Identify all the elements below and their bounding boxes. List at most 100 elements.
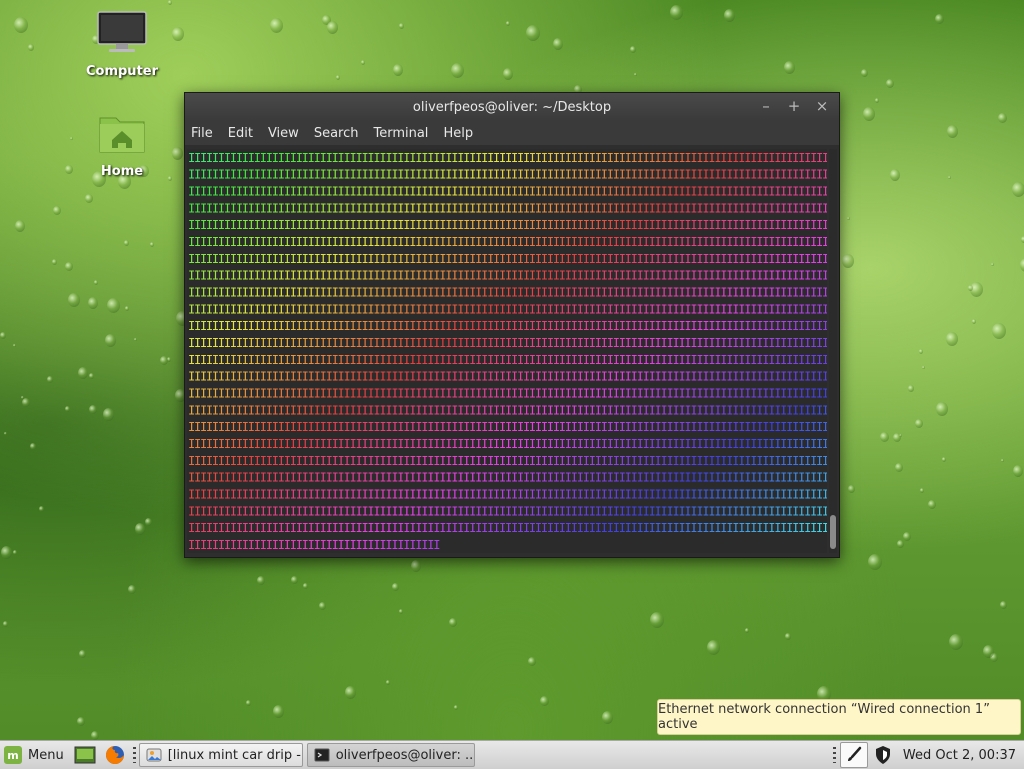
scrollbar-thumb[interactable] (830, 515, 836, 549)
water-drop (107, 298, 120, 313)
terminal-char: I (822, 488, 827, 502)
water-drop (246, 700, 251, 706)
menu-edit[interactable]: Edit (228, 126, 253, 141)
terminal-char: I (822, 471, 827, 485)
water-drop (947, 125, 958, 138)
taskbar-item-terminal[interactable]: oliverfpeos@oliver: ... (306, 743, 475, 767)
taskbar-item-label: [linux mint car drip -... (167, 747, 303, 763)
water-drop (65, 406, 70, 412)
terminal-char: I (822, 151, 827, 165)
terminal-char: I (822, 302, 827, 316)
water-drop (670, 5, 683, 20)
taskbar-item-browser[interactable]: [linux mint car drip -... (138, 743, 303, 767)
water-drop (908, 385, 914, 392)
water-drop (386, 680, 390, 685)
terminal-output[interactable]: IIIIIIIIIIIIIIIIIIIIIIIIIIIIIIIIIIIIIIII… (187, 149, 827, 553)
water-drop (540, 696, 549, 706)
menu-terminal[interactable]: Terminal (373, 126, 428, 141)
terminal-char: I (822, 235, 827, 249)
menu-view[interactable]: View (268, 126, 299, 141)
water-drop (303, 583, 308, 589)
terminal-char: I (822, 319, 827, 333)
water-drop (449, 618, 457, 627)
water-drop (150, 242, 154, 247)
water-drop (915, 419, 923, 428)
water-drop (861, 69, 868, 77)
water-drop (172, 27, 184, 41)
water-drop (105, 334, 116, 347)
water-drop (47, 376, 53, 383)
maximize-icon[interactable]: + (787, 97, 801, 115)
desktop-icon-label: Home (100, 164, 144, 179)
desktop-icon-computer[interactable]: Computer (77, 10, 167, 79)
water-drop (785, 633, 791, 640)
water-drop (1, 546, 12, 559)
water-drop (134, 338, 137, 341)
water-drop (1000, 601, 1007, 609)
water-drop (89, 373, 94, 379)
water-drop (39, 506, 44, 512)
water-drop (503, 68, 513, 80)
water-drop (88, 297, 98, 309)
shield-icon[interactable] (870, 743, 896, 767)
water-drop (634, 73, 637, 76)
menu-search[interactable]: Search (314, 126, 359, 141)
water-drop (0, 332, 6, 339)
water-drop (125, 306, 129, 311)
water-drop (919, 349, 923, 354)
desktop-icon-home[interactable]: Home (77, 112, 167, 179)
terminal-char: I (822, 521, 827, 535)
terminal-window[interactable]: oliverfpeos@oliver: ~/Desktop – + × File… (184, 92, 840, 558)
water-drop (172, 147, 183, 160)
water-drop (257, 576, 265, 585)
water-drop (22, 398, 30, 407)
water-drop (1001, 459, 1004, 462)
water-drop (135, 523, 145, 535)
water-drop (890, 169, 900, 181)
water-drop (992, 323, 1006, 339)
terminal-char: I (822, 185, 827, 199)
water-drop (630, 46, 636, 53)
terminal-char: I (822, 336, 827, 350)
water-drop (528, 657, 536, 666)
water-drop (506, 21, 510, 26)
menu-help[interactable]: Help (443, 126, 473, 141)
water-drop (886, 79, 894, 88)
water-drop (68, 293, 80, 307)
water-drop (526, 25, 540, 41)
firefox-icon[interactable] (103, 744, 127, 766)
water-drop (553, 38, 563, 50)
water-drop (94, 280, 98, 285)
water-drop (168, 176, 172, 181)
minimize-icon[interactable]: – (759, 97, 773, 115)
taskbar-item-label: oliverfpeos@oliver: ... (335, 747, 475, 763)
close-icon[interactable]: × (815, 97, 829, 115)
water-drop (707, 640, 720, 655)
water-drop (393, 64, 403, 76)
water-drop (3, 621, 8, 627)
terminal-scrollbar[interactable] (829, 149, 837, 553)
terminal-menubar: File Edit View Search Terminal Help (185, 121, 839, 145)
water-drop (53, 206, 61, 215)
panel-clock[interactable]: Wed Oct 2, 00:37 (897, 748, 1024, 763)
water-drop (847, 217, 850, 220)
brush-icon[interactable] (839, 742, 868, 768)
water-drop (897, 540, 904, 548)
terminal-char: I (822, 252, 827, 266)
water-drop (895, 463, 903, 472)
water-drop (1020, 258, 1024, 272)
water-drop (361, 60, 365, 65)
menu-label: Menu (28, 747, 64, 763)
network-notification[interactable]: Ethernet network connection “Wired conne… (657, 699, 1021, 735)
water-drop (70, 137, 73, 140)
panel-separator (132, 747, 136, 763)
water-drop (451, 63, 464, 78)
menu-file[interactable]: File (191, 126, 213, 141)
show-desktop-icon[interactable] (73, 744, 97, 766)
water-drop (949, 634, 963, 650)
water-drop (602, 711, 613, 724)
terminal-char: I (822, 454, 827, 468)
menu-button[interactable]: m Menu (0, 741, 70, 769)
window-titlebar[interactable]: oliverfpeos@oliver: ~/Desktop – + × (185, 93, 839, 121)
water-drop (345, 686, 356, 699)
